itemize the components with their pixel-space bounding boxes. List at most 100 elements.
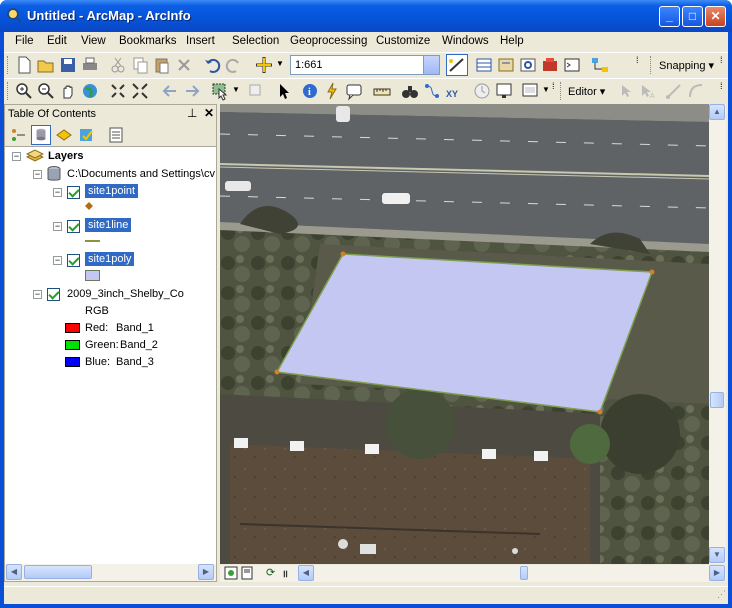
raster-visibility-checkbox[interactable] [47,288,60,301]
forward-arrow-icon[interactable] [182,81,202,101]
pause-drawing-icon[interactable]: ॥ [282,566,288,580]
menu-view[interactable]: View [81,35,106,47]
toolbar-overflow-icon[interactable]: ⁞ [552,81,555,91]
back-arrow-icon[interactable] [160,81,180,101]
pan-hand-icon[interactable] [58,81,78,101]
editor-menu[interactable]: Editor ▾ [568,85,605,98]
delete-icon[interactable] [174,55,194,75]
cut-icon[interactable] [108,55,128,75]
close-button[interactable]: ✕ [705,6,726,27]
layer-visibility-checkbox[interactable] [67,220,80,233]
list-by-visibility-icon[interactable] [55,126,73,144]
scrollbar-thumb[interactable] [710,392,724,408]
workspace-path-label[interactable]: C:\Documents and Settings\cv [67,168,215,180]
print-icon[interactable] [80,55,100,75]
collapse-layer-icon[interactable]: − [53,222,62,231]
copy-icon[interactable] [130,55,150,75]
editor-toolbar-toggle-icon[interactable] [446,54,468,76]
new-document-icon[interactable] [14,55,34,75]
menu-help[interactable]: Help [500,35,524,47]
clear-selection-icon[interactable] [246,81,266,101]
toolbar-grip[interactable] [650,56,653,74]
layer-name-site1line[interactable]: site1line [85,218,132,232]
undo-icon[interactable] [202,55,222,75]
minimize-button[interactable]: _ [659,6,680,27]
find-binoculars-icon[interactable] [400,81,420,101]
endpoint-arc-icon[interactable] [686,81,706,101]
select-elements-arrow-icon[interactable] [274,81,294,101]
data-frame-layers-label[interactable]: Layers [48,150,83,162]
toolbar-grip[interactable] [7,82,10,100]
menu-selection[interactable]: Selection [232,35,279,47]
fixed-zoom-out-icon[interactable] [130,81,150,101]
layer-visibility-checkbox[interactable] [67,186,80,199]
redo-icon[interactable] [224,55,244,75]
paste-icon[interactable] [152,55,172,75]
close-icon[interactable]: ✕ [204,106,214,120]
full-extent-globe-icon[interactable] [80,81,100,101]
edit-annotation-icon[interactable]: A [638,81,658,101]
magnifier-dropdown-icon[interactable]: ▼ [542,85,550,94]
arctoolbox-icon[interactable] [540,55,560,75]
scroll-up-icon[interactable]: ▲ [709,104,725,120]
maximize-button[interactable]: □ [682,6,703,27]
map-horizontal-scrollbar[interactable]: ⟳ ॥ ◀ ▶ [220,565,726,582]
scroll-right-icon[interactable]: ▶ [709,565,725,581]
python-window-icon[interactable] [562,55,582,75]
menu-windows[interactable]: Windows [442,35,489,47]
map-scale-combobox[interactable]: 1:661 [290,55,440,75]
zoom-in-icon[interactable] [14,81,34,101]
search-window-icon[interactable] [518,55,538,75]
save-icon[interactable] [58,55,78,75]
open-folder-icon[interactable] [36,55,56,75]
collapse-layers-icon[interactable]: − [12,152,21,161]
menu-geoprocessing[interactable]: Geoprocessing [290,35,367,47]
catalog-icon[interactable] [496,55,516,75]
chevron-down-icon[interactable] [423,56,439,74]
toolbar-overflow-icon[interactable]: ⁞ [720,55,723,65]
select-dropdown-icon[interactable]: ▼ [232,85,240,94]
refresh-icon[interactable]: ⟳ [266,566,275,579]
resize-grip-icon[interactable]: ⋰ [717,589,726,600]
edit-tool-icon[interactable] [616,81,636,101]
collapse-raster-icon[interactable]: − [33,290,42,299]
table-icon[interactable] [474,55,494,75]
measure-icon[interactable] [372,81,392,101]
toolbar-grip[interactable] [7,56,10,74]
toolbar-grip[interactable] [560,82,563,100]
menu-edit[interactable]: Edit [47,35,67,47]
menu-file[interactable]: File [15,35,34,47]
add-data-icon[interactable] [254,55,274,75]
scroll-left-icon[interactable]: ◀ [298,565,314,581]
title-bar[interactable]: Untitled - ArcMap - ArcInfo _ □ ✕ [0,0,732,32]
select-features-icon[interactable] [210,81,230,101]
magnifier-window-icon[interactable] [520,81,540,101]
scrollbar-thumb[interactable] [24,565,92,579]
toc-options-icon[interactable] [107,126,125,144]
toolbar-overflow-icon[interactable]: ⁞ [636,55,639,65]
scroll-down-icon[interactable]: ▼ [709,547,725,563]
layer-name-site1poly[interactable]: site1poly [85,252,135,266]
map-vertical-scrollbar[interactable]: ▲ ▼ [709,104,726,564]
menu-customize[interactable]: Customize [376,35,430,47]
map-view[interactable] [220,104,709,564]
data-view-icon[interactable] [224,566,238,580]
scroll-right-icon[interactable]: ▶ [198,564,214,580]
raster-layer-name[interactable]: 2009_3inch_Shelby_Co [67,288,184,300]
add-data-dropdown-icon[interactable]: ▼ [276,59,284,68]
viewer-window-icon[interactable] [494,81,514,101]
layout-view-icon[interactable] [240,566,254,580]
list-by-source-icon[interactable] [31,125,51,145]
menu-insert[interactable]: Insert [186,35,215,47]
list-by-drawing-order-icon[interactable] [9,126,27,144]
time-slider-icon[interactable] [472,81,492,101]
layer-name-site1point[interactable]: site1point [85,184,139,198]
pin-icon[interactable]: ⊥ [187,106,197,120]
model-builder-icon[interactable] [590,55,610,75]
snapping-menu[interactable]: Snapping ▾ [659,59,714,72]
go-to-xy-icon[interactable]: XY [444,81,464,101]
layer-visibility-checkbox[interactable] [67,254,80,267]
find-route-icon[interactable] [422,81,442,101]
scrollbar-thumb[interactable] [520,566,528,580]
collapse-layer-icon[interactable]: − [53,256,62,265]
